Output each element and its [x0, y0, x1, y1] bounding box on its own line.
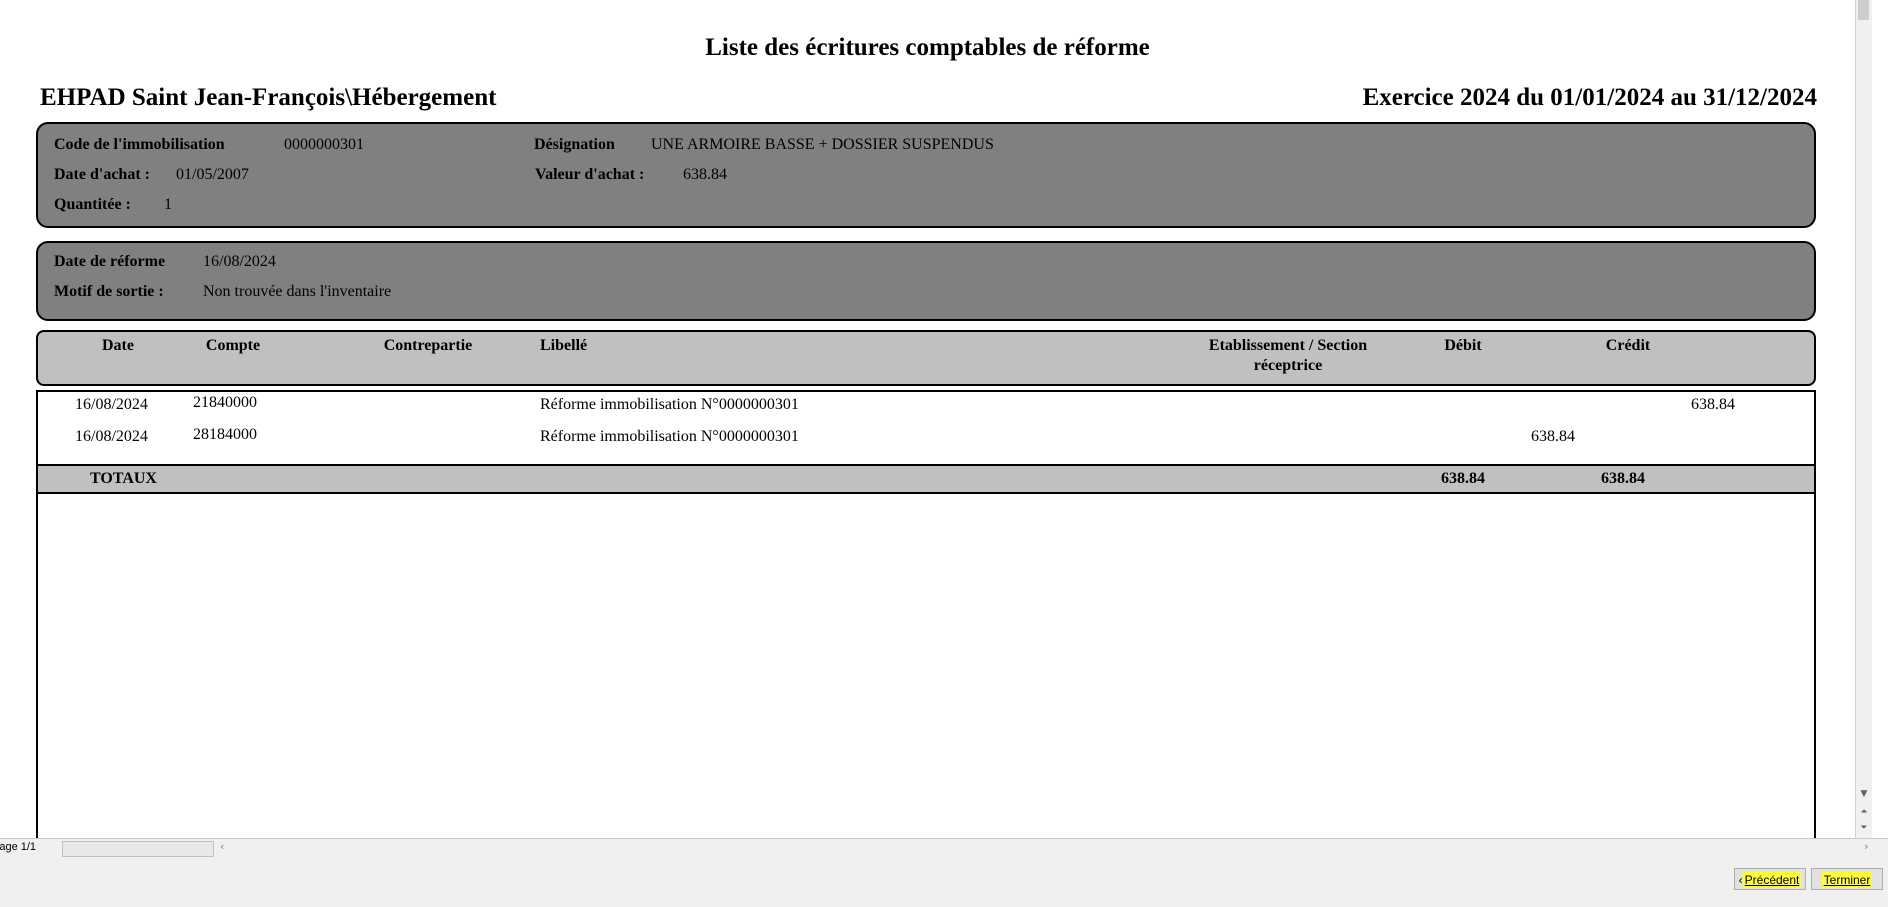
- cell-compte: 21840000: [193, 394, 257, 411]
- col-header-date: Date: [102, 337, 134, 354]
- totals-label: TOTAUX: [90, 470, 157, 487]
- quantite-value: 1: [164, 196, 172, 213]
- cell-date: 16/08/2024: [75, 428, 148, 445]
- valeur-achat-label: Valeur d'achat :: [535, 166, 645, 183]
- table-header: Date Compte Contrepartie Libellé Etablis…: [36, 330, 1816, 386]
- motif-label: Motif de sortie :: [54, 283, 164, 300]
- quantite-label: Quantitée :: [54, 196, 131, 213]
- precedent-label: Précédent: [1742, 872, 1802, 888]
- designation-value: UNE ARMOIRE BASSE + DOSSIER SUSPENDUS: [651, 136, 994, 153]
- motif-value: Non trouvée dans l'inventaire: [203, 283, 392, 300]
- col-header-libelle: Libellé: [540, 337, 588, 354]
- date-achat-label: Date d'achat :: [54, 166, 150, 183]
- code-value: 0000000301: [284, 136, 364, 153]
- code-label: Code de l'immobilisation: [54, 136, 225, 153]
- page-down-icon[interactable]: ⏷: [1857, 821, 1871, 835]
- cell-libelle: Réforme immobilisation N°0000000301: [540, 396, 799, 413]
- reforme-info-panel: Date de réforme 16/08/2024 Motif de sort…: [36, 241, 1816, 321]
- vertical-scrollbar[interactable]: ▼ ⏶ ⏷: [1855, 0, 1872, 838]
- designation-label: Désignation: [534, 136, 615, 153]
- asset-info-panel: Code de l'immobilisation 0000000301 Dési…: [36, 122, 1816, 228]
- page-up-icon[interactable]: ⏶: [1857, 805, 1871, 819]
- cell-debit: 638.84: [1531, 428, 1575, 445]
- precedent-button[interactable]: ‹ Précédent: [1734, 868, 1806, 890]
- cell-credit: 638.84: [1691, 396, 1735, 413]
- cell-libelle: Réforme immobilisation N°0000000301: [540, 428, 799, 445]
- status-field: [62, 841, 214, 857]
- col-header-debit: Débit: [1444, 337, 1482, 354]
- scrollbar-thumb[interactable]: [1858, 0, 1869, 20]
- cell-date: 16/08/2024: [75, 396, 148, 413]
- col-header-compte: Compte: [205, 337, 261, 354]
- report-title: Liste des écritures comptables de réform…: [705, 34, 1150, 61]
- date-reforme-label: Date de réforme: [54, 253, 166, 270]
- col-header-etablissement-line1: Etablissement / Section: [1208, 337, 1368, 354]
- scroll-right-icon[interactable]: ›: [1864, 840, 1868, 853]
- fiscal-period: Exercice 2024 du 01/01/2024 au 31/12/202…: [1362, 84, 1817, 111]
- col-header-contrepartie: Contrepartie: [383, 337, 473, 354]
- cell-compte: 28184000: [193, 426, 257, 443]
- table-row: 16/08/2024 28184000 Réforme immobilisati…: [38, 426, 1814, 458]
- page-indicator: Page 1/1: [0, 841, 37, 853]
- report-page: Liste des écritures comptables de réform…: [0, 0, 1872, 838]
- table-row: 16/08/2024 21840000 Réforme immobilisati…: [38, 394, 1814, 426]
- totals-debit: 638.84: [1441, 470, 1485, 487]
- totals-row: TOTAUX 638.84 638.84: [36, 464, 1816, 494]
- valeur-achat-value: 638.84: [683, 166, 727, 183]
- status-scroll-bar: Page 1/1 ‹ ›: [0, 838, 1888, 859]
- totals-credit: 638.84: [1601, 470, 1645, 487]
- chevron-down-icon[interactable]: ▼: [1857, 787, 1871, 801]
- organization-name: EHPAD Saint Jean-François\Hébergement: [40, 84, 497, 111]
- date-achat-value: 01/05/2007: [176, 166, 249, 183]
- col-header-etablissement: Etablissement / Section réceptrice: [1188, 336, 1388, 376]
- terminer-button[interactable]: Terminer: [1811, 868, 1883, 890]
- footer-bar: ‹ Précédent Terminer: [0, 858, 1888, 907]
- table-body: 16/08/2024 21840000 Réforme immobilisati…: [36, 390, 1816, 838]
- scroll-left-icon[interactable]: ‹: [220, 840, 224, 853]
- terminer-label: Terminer: [1821, 872, 1873, 888]
- col-header-etablissement-line2: réceptrice: [1253, 357, 1323, 374]
- date-reforme-value: 16/08/2024: [203, 253, 276, 270]
- col-header-credit: Crédit: [1605, 337, 1651, 354]
